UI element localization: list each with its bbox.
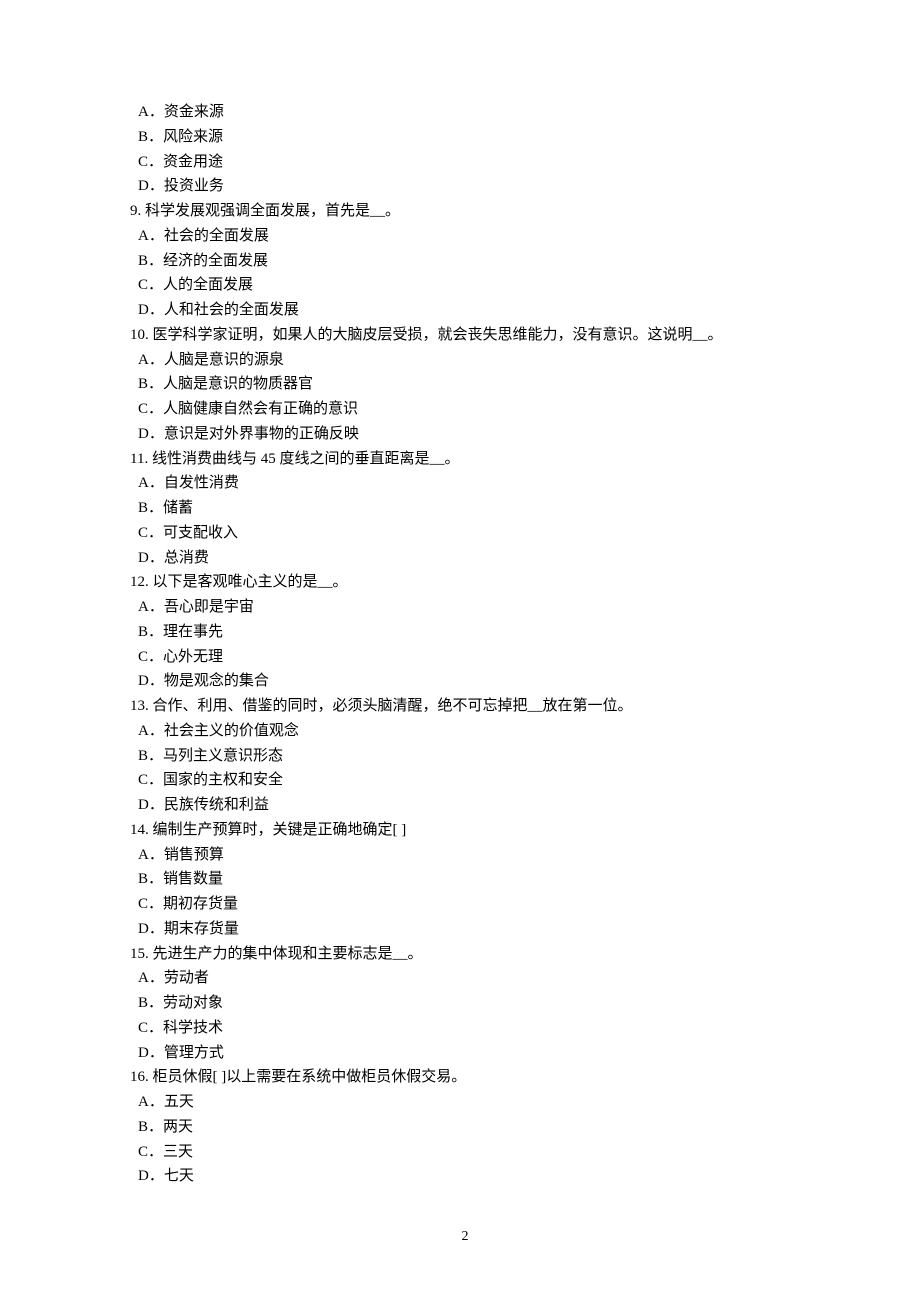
option-text: D．意识是对外界事物的正确反映 [130, 422, 800, 447]
option-text: C．三天 [130, 1140, 800, 1165]
option-text: A．人脑是意识的源泉 [130, 348, 800, 373]
option-text: B．马列主义意识形态 [130, 744, 800, 769]
option-text: B．劳动对象 [130, 991, 800, 1016]
option-text: A．社会的全面发展 [130, 224, 800, 249]
option-text: B．储蓄 [130, 496, 800, 521]
question-text: 10. 医学科学家证明，如果人的大脑皮层受损，就会丧失思维能力，没有意识。这说明… [130, 323, 800, 348]
option-text: C．资金用途 [130, 150, 800, 175]
option-text: C．人的全面发展 [130, 273, 800, 298]
option-text: D．人和社会的全面发展 [130, 298, 800, 323]
option-text: C．可支配收入 [130, 521, 800, 546]
option-text: B．理在事先 [130, 620, 800, 645]
option-text: C．科学技术 [130, 1016, 800, 1041]
option-text: D．物是观念的集合 [130, 669, 800, 694]
option-text: A．社会主义的价值观念 [130, 719, 800, 744]
option-text: B．两天 [130, 1115, 800, 1140]
option-text: D．民族传统和利益 [130, 793, 800, 818]
option-text: A．五天 [130, 1090, 800, 1115]
question-text: 15. 先进生产力的集中体现和主要标志是__。 [130, 942, 800, 967]
option-text: C．国家的主权和安全 [130, 768, 800, 793]
option-text: D．投资业务 [130, 174, 800, 199]
option-text: A．劳动者 [130, 966, 800, 991]
option-text: B．风险来源 [130, 125, 800, 150]
option-text: C．人脑健康自然会有正确的意识 [130, 397, 800, 422]
option-text: B．销售数量 [130, 867, 800, 892]
option-text: B．经济的全面发展 [130, 249, 800, 274]
question-text: 11. 线性消费曲线与 45 度线之间的垂直距离是__。 [130, 447, 800, 472]
option-text: A．自发性消费 [130, 471, 800, 496]
option-text: D．七天 [130, 1164, 800, 1189]
question-text: 9. 科学发展观强调全面发展，首先是__。 [130, 199, 800, 224]
option-text: D．管理方式 [130, 1041, 800, 1066]
page-number: 2 [130, 1225, 800, 1248]
question-text: 13. 合作、利用、借鉴的同时，必须头脑清醒，绝不可忘掉把__放在第一位。 [130, 694, 800, 719]
content-body: A．资金来源B．风险来源C．资金用途D．投资业务9. 科学发展观强调全面发展，首… [130, 100, 800, 1189]
option-text: B．人脑是意识的物质器官 [130, 372, 800, 397]
option-text: A．销售预算 [130, 843, 800, 868]
question-text: 14. 编制生产预算时，关键是正确地确定[ ] [130, 818, 800, 843]
option-text: A．资金来源 [130, 100, 800, 125]
option-text: D．总消费 [130, 546, 800, 571]
option-text: D．期末存货量 [130, 917, 800, 942]
option-text: A．吾心即是宇宙 [130, 595, 800, 620]
question-text: 16. 柜员休假[ ]以上需要在系统中做柜员休假交易。 [130, 1065, 800, 1090]
option-text: C．期初存货量 [130, 892, 800, 917]
question-text: 12. 以下是客观唯心主义的是__。 [130, 570, 800, 595]
document-page: A．资金来源B．风险来源C．资金用途D．投资业务9. 科学发展观强调全面发展，首… [0, 0, 920, 1288]
option-text: C．心外无理 [130, 645, 800, 670]
